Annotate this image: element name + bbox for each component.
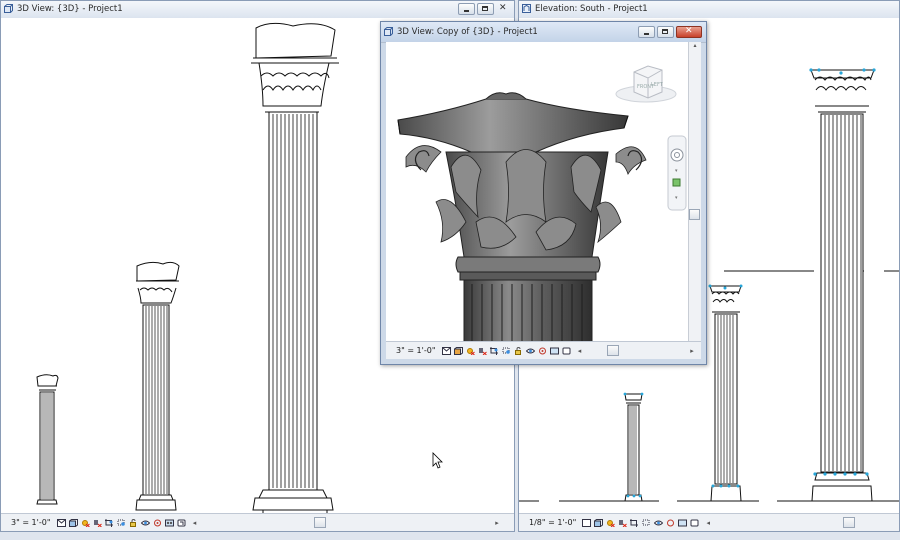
- shadows-icon[interactable]: [93, 519, 102, 527]
- sun-path-icon[interactable]: [466, 347, 475, 355]
- mouse-cursor-icon: [432, 452, 443, 469]
- view-scale[interactable]: 1/8" = 1'-0": [519, 518, 582, 527]
- navigation-bar[interactable]: ▾ ▾: [667, 135, 687, 211]
- right-view-control-bar: 1/8" = 1'-0" ◂: [519, 513, 899, 531]
- render-icon[interactable]: [177, 519, 186, 527]
- shadows-icon[interactable]: [478, 347, 487, 355]
- scroll-left-arrow[interactable]: ◂: [703, 519, 713, 527]
- view-scale[interactable]: 3" = 1'-0": [1, 518, 57, 527]
- small-column: [36, 374, 59, 505]
- analysis-display-icon[interactable]: [549, 347, 559, 355]
- medium-column: [135, 261, 180, 511]
- show-crop-icon[interactable]: [502, 347, 511, 355]
- detail-level-icon[interactable]: [582, 518, 592, 527]
- close-button[interactable]: [496, 3, 510, 15]
- floating-view-control-bar: 3" = 1'-0" ◂ ▸: [386, 341, 701, 359]
- reveal-hidden-icon[interactable]: [666, 519, 675, 527]
- elevation-medium-column: [709, 285, 742, 502]
- sun-path-icon[interactable]: [606, 519, 616, 527]
- minimize-button[interactable]: [638, 26, 655, 38]
- elevation-large-column: [810, 69, 875, 502]
- visual-style-icon[interactable]: [453, 346, 463, 355]
- analysis-display-icon[interactable]: [164, 519, 174, 527]
- temporary-hide-icon[interactable]: [140, 519, 150, 527]
- reveal-hidden-icon[interactable]: [153, 519, 162, 527]
- tall-column: [251, 22, 339, 516]
- shadows-icon[interactable]: [618, 519, 628, 527]
- close-button[interactable]: [676, 26, 702, 38]
- show-crop-icon[interactable]: [642, 519, 651, 527]
- detail-level-icon[interactable]: [56, 518, 66, 527]
- render-icon[interactable]: [562, 347, 571, 355]
- crop-view-icon[interactable]: [104, 518, 114, 527]
- floating-view-window[interactable]: 3D View: Copy of {3D} - Project1 ✕ FRONT…: [380, 21, 707, 365]
- scroll-left-arrow[interactable]: ◂: [190, 519, 200, 527]
- temporary-hide-icon[interactable]: [654, 519, 664, 527]
- horizontal-scrollbar[interactable]: [585, 342, 687, 359]
- horizontal-scrollbar[interactable]: [713, 514, 899, 531]
- scroll-right-arrow[interactable]: ▸: [687, 347, 697, 355]
- elevation-view-icon: [522, 4, 531, 13]
- render-icon[interactable]: [690, 519, 699, 527]
- maximize-button[interactable]: [657, 26, 674, 38]
- scrollbar-thumb[interactable]: [843, 517, 856, 528]
- crop-view-icon[interactable]: [489, 346, 499, 355]
- temporary-hide-icon[interactable]: [525, 347, 535, 355]
- detail-level-icon[interactable]: [441, 346, 451, 355]
- right-view-title: Elevation: South - Project1: [535, 4, 648, 14]
- minimize-button[interactable]: [458, 3, 475, 15]
- unlock-3d-icon[interactable]: [129, 518, 138, 527]
- scroll-left-arrow[interactable]: ◂: [575, 347, 585, 355]
- vertical-scrollbar[interactable]: ▴ ▾: [688, 42, 701, 349]
- horizontal-scrollbar[interactable]: [200, 514, 492, 531]
- unlock-3d-icon[interactable]: [514, 346, 523, 355]
- viewcube-left-label: LEFT: [651, 82, 664, 88]
- left-view-title: 3D View: {3D} - Project1: [17, 4, 123, 14]
- steering-wheel-icon[interactable]: [670, 148, 684, 162]
- view-3d-icon: [4, 4, 13, 13]
- crop-view-icon[interactable]: [630, 518, 639, 527]
- zoom-icon[interactable]: [672, 178, 681, 187]
- analysis-display-icon[interactable]: [678, 519, 688, 527]
- viewcube[interactable]: FRONT LEFT: [615, 65, 677, 103]
- scrollbar-thumb[interactable]: [313, 517, 326, 528]
- scrollbar-thumb[interactable]: [606, 345, 619, 356]
- reveal-hidden-icon[interactable]: [538, 347, 547, 355]
- visual-style-icon[interactable]: [68, 518, 78, 527]
- scrollbar-thumb[interactable]: [689, 209, 700, 220]
- view-3d-icon: [384, 27, 393, 36]
- right-view-titlebar[interactable]: Elevation: South - Project1: [519, 1, 899, 19]
- view-scale[interactable]: 3" = 1'-0": [386, 346, 442, 355]
- floating-view-title: 3D View: Copy of {3D} - Project1: [397, 27, 538, 37]
- floating-view-canvas[interactable]: FRONT LEFT ▾ ▾: [386, 42, 701, 349]
- scroll-right-arrow[interactable]: ▸: [492, 519, 502, 527]
- show-crop-icon[interactable]: [117, 519, 126, 527]
- elevation-small-column: [624, 393, 643, 502]
- scroll-up-arrow[interactable]: ▴: [689, 42, 701, 49]
- capital-3d-render: FRONT LEFT ▾ ▾: [397, 65, 687, 349]
- maximize-button[interactable]: [477, 3, 494, 15]
- left-view-control-bar: 3" = 1'-0" ◂ ▸: [1, 513, 514, 531]
- sun-path-icon[interactable]: [81, 519, 90, 527]
- visual-style-icon[interactable]: [594, 518, 604, 527]
- left-view-titlebar[interactable]: 3D View: {3D} - Project1: [1, 1, 514, 19]
- floating-view-titlebar[interactable]: 3D View: Copy of {3D} - Project1: [381, 22, 706, 43]
